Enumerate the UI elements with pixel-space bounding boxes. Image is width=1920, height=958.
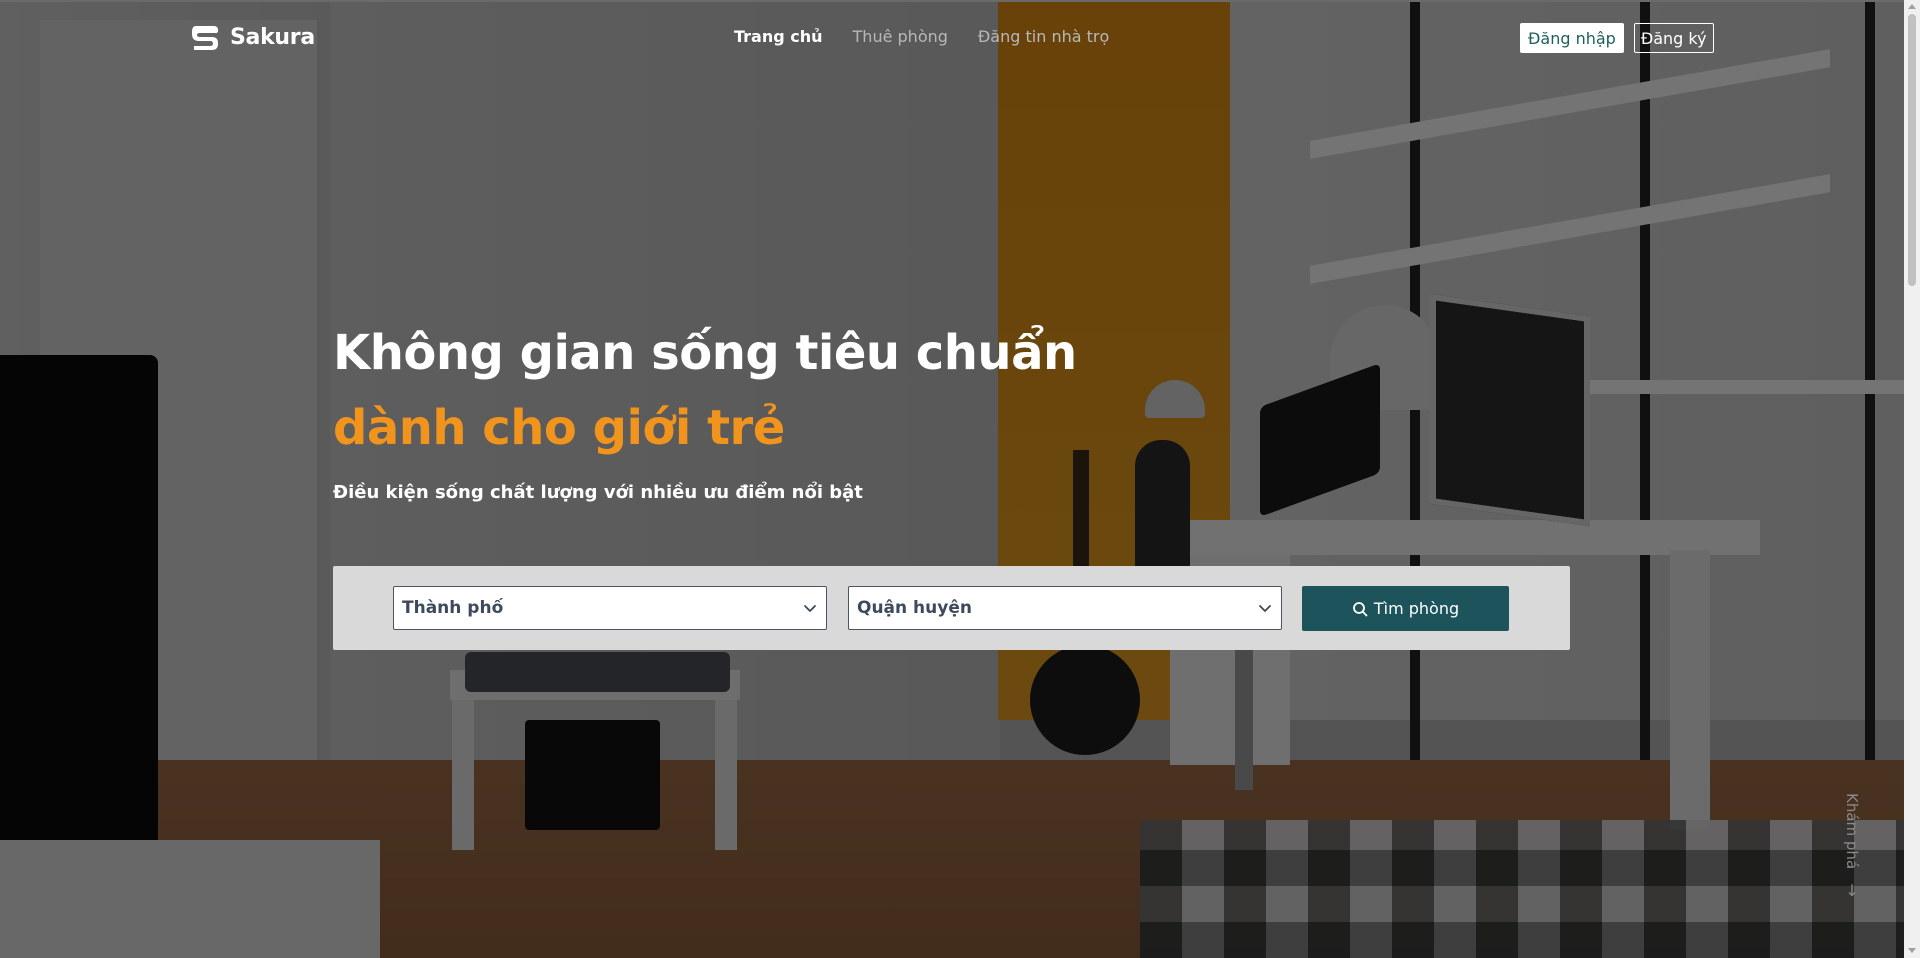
scroll-up-arrow-icon[interactable] bbox=[1908, 4, 1916, 9]
brand-name: Sakura bbox=[230, 24, 315, 50]
city-select[interactable]: Thành phố bbox=[393, 586, 827, 630]
search-room-button[interactable]: Tìm phòng bbox=[1302, 586, 1509, 631]
arrow-down-icon: ↓ bbox=[1845, 881, 1859, 901]
hero-title: Không gian sống tiêu chuẩn bbox=[333, 325, 1077, 381]
chevron-down-icon bbox=[804, 605, 816, 612]
nav-item-home[interactable]: Trang chủ bbox=[734, 27, 823, 46]
search-room-label: Tìm phòng bbox=[1373, 599, 1460, 618]
main-nav: Trang chủ Thuê phòng Đăng tin nhà trọ bbox=[734, 27, 1109, 46]
district-select-value: Quận huyện bbox=[857, 598, 972, 618]
chevron-down-icon bbox=[1259, 605, 1271, 612]
scroll-down-arrow-icon[interactable] bbox=[1908, 948, 1916, 953]
nav-item-rent-room[interactable]: Thuê phòng bbox=[853, 27, 948, 46]
navbar: Sakura Trang chủ Thuê phòng Đăng tin nhà… bbox=[0, 0, 1904, 76]
district-select[interactable]: Quận huyện bbox=[848, 586, 1282, 630]
hero-subtitle: Điều kiện sống chất lượng với nhiều ưu đ… bbox=[333, 482, 863, 503]
hero-highlight: dành cho giới trẻ bbox=[333, 400, 785, 456]
explore-label: Khám phá bbox=[1843, 793, 1861, 870]
search-icon bbox=[1352, 601, 1368, 616]
explore-link[interactable]: Khám phá ↓ bbox=[1843, 793, 1861, 899]
nav-item-post-listing[interactable]: Đăng tin nhà trọ bbox=[978, 27, 1109, 46]
login-button[interactable]: Đăng nhập bbox=[1520, 23, 1624, 53]
scrollbar-thumb[interactable] bbox=[1908, 14, 1916, 286]
sakura-s-logo-icon bbox=[192, 26, 218, 50]
brand-link[interactable]: Sakura bbox=[190, 22, 315, 52]
auth-buttons: Đăng nhập Đăng ký bbox=[1520, 23, 1714, 53]
city-select-value: Thành phố bbox=[402, 598, 504, 618]
register-button[interactable]: Đăng ký bbox=[1633, 23, 1714, 53]
hero-content: Không gian sống tiêu chuẩn dành cho giới… bbox=[333, 320, 1077, 503]
search-panel: Thành phố Quận huyện Tìm phòng bbox=[333, 566, 1570, 650]
page-scrollbar[interactable] bbox=[1904, 0, 1920, 958]
